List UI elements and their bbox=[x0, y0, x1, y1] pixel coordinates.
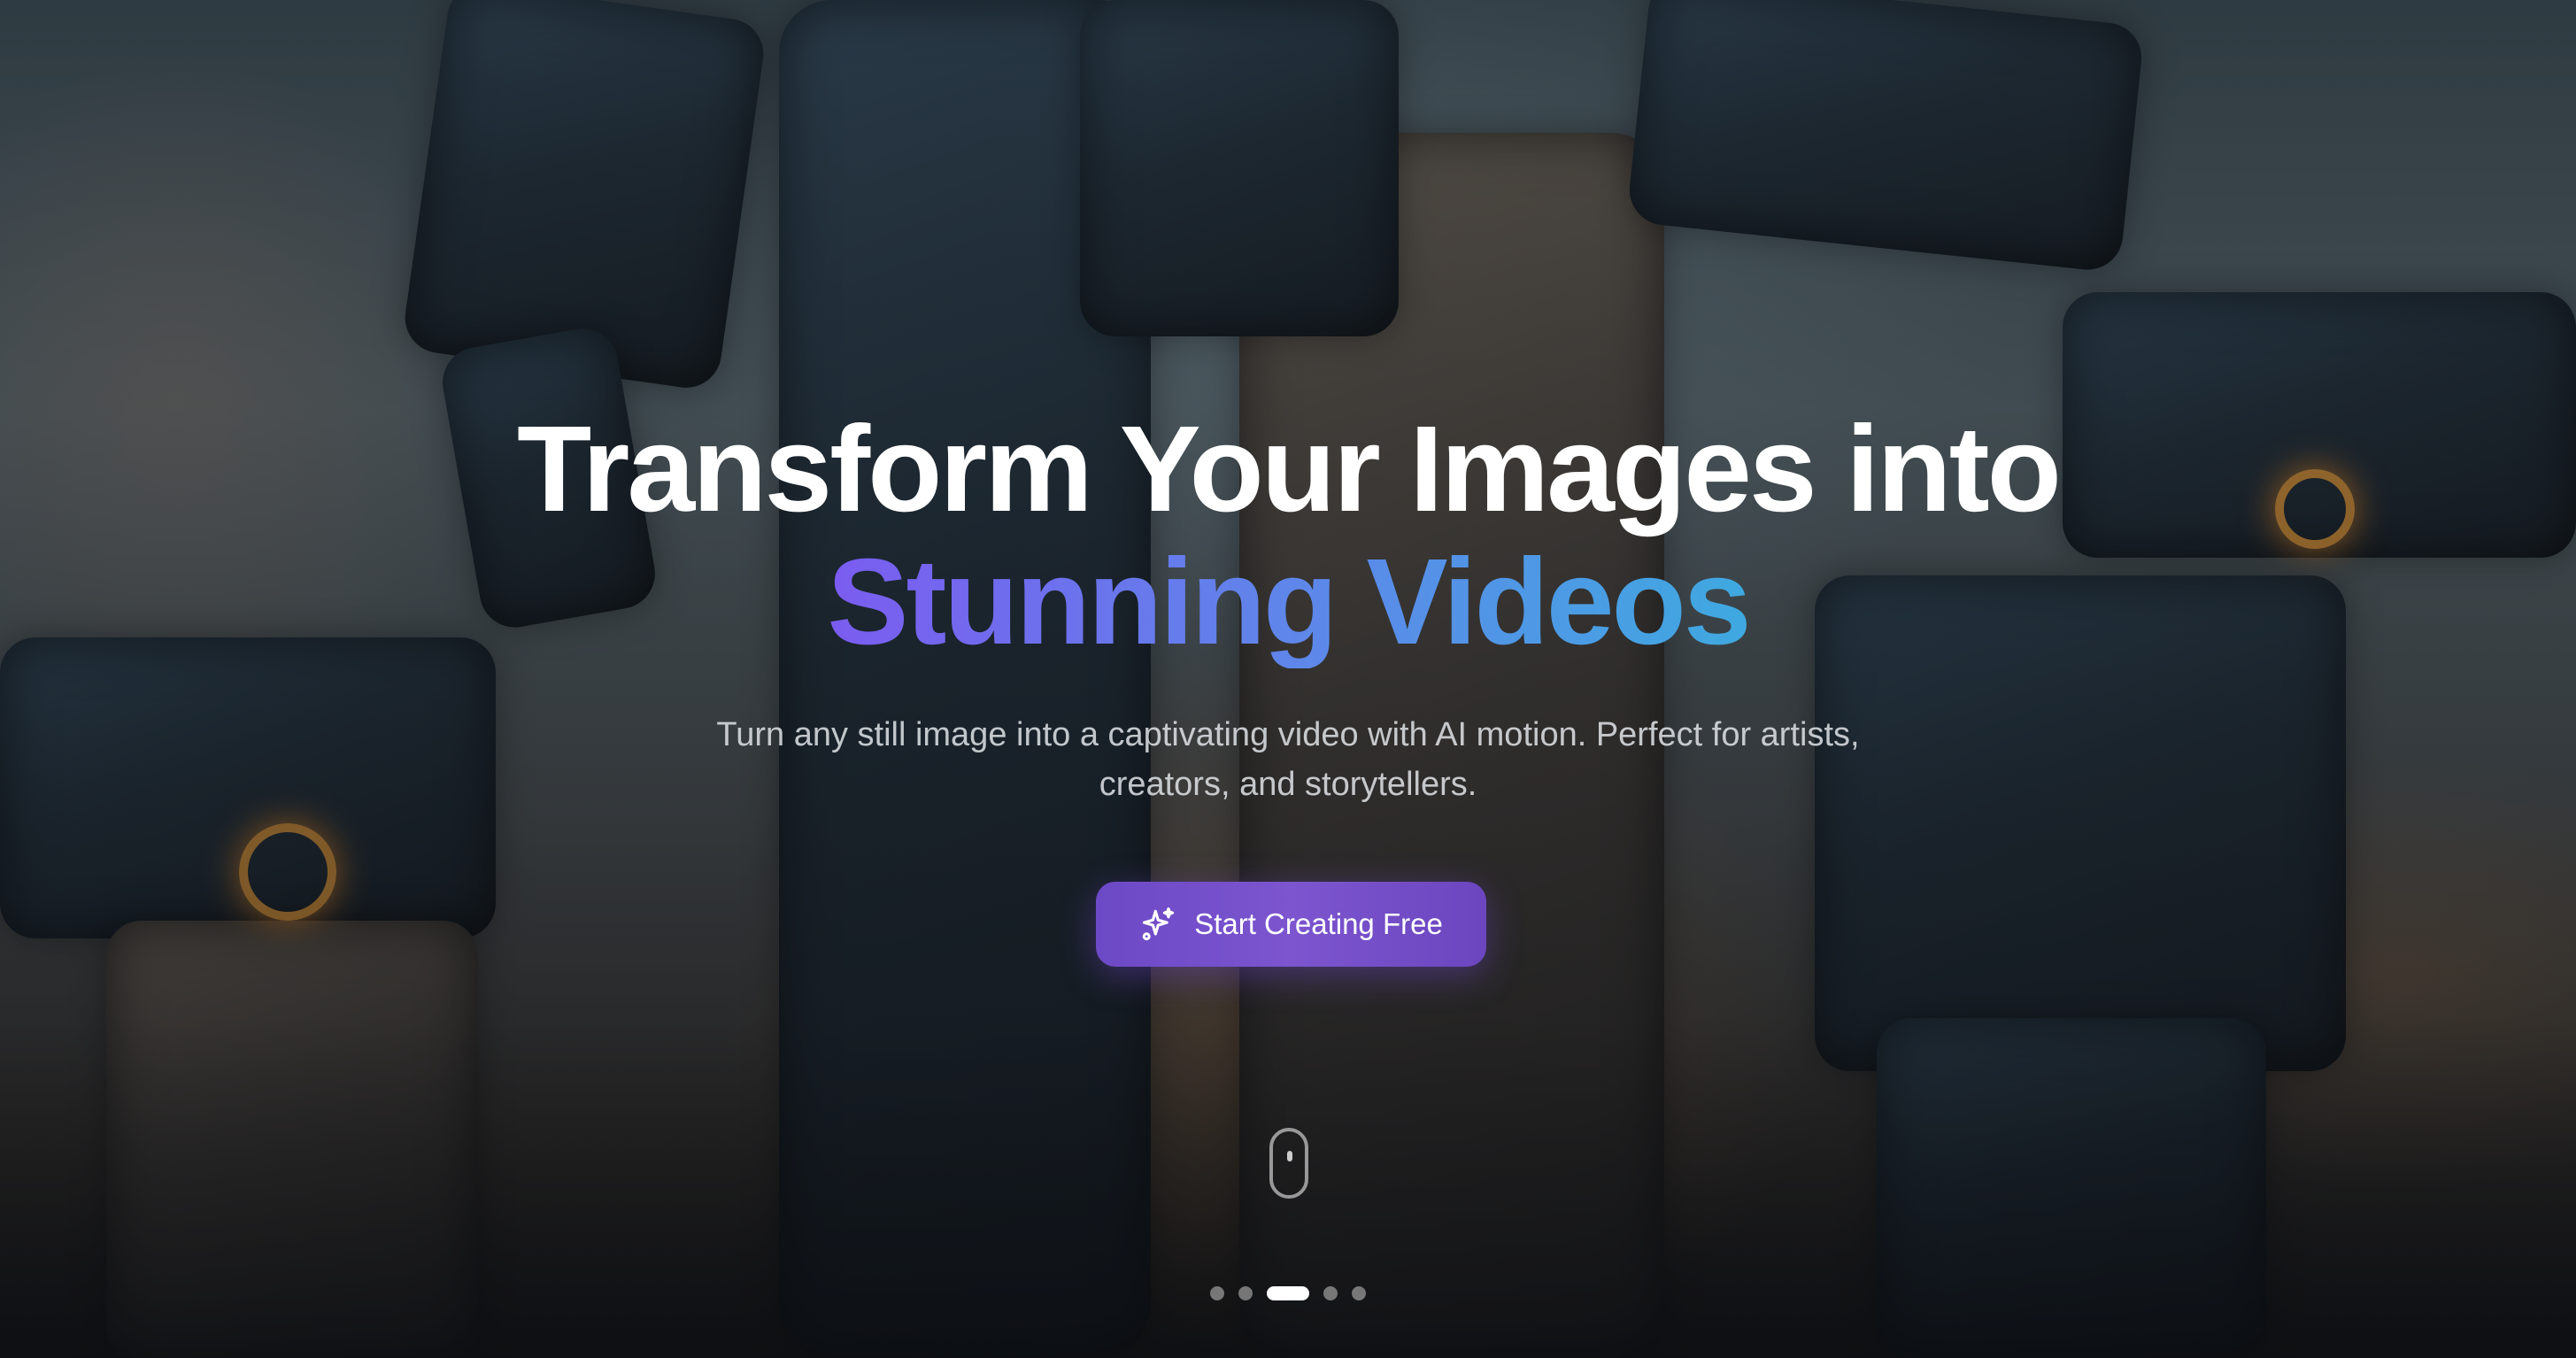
hero-subtitle: Turn any still image into a captivating … bbox=[716, 716, 1860, 803]
carousel-pagination bbox=[0, 1286, 2576, 1300]
start-creating-button-label: Start Creating Free bbox=[1194, 907, 1443, 940]
headline-line-1: Transform Your Images into bbox=[517, 401, 2062, 537]
carousel-dot-5[interactable] bbox=[1352, 1286, 1366, 1300]
hero-section: Transform Your Images into Stunning Vide… bbox=[0, 0, 2576, 1358]
sparkles-icon bbox=[1139, 905, 1178, 944]
carousel-dot-4[interactable] bbox=[1323, 1286, 1338, 1300]
start-creating-button[interactable]: Start Creating Free bbox=[1096, 882, 1486, 967]
headline-line-2-gradient: Stunning Videos bbox=[827, 534, 1751, 670]
hero-content: Transform Your Images into Stunning Vide… bbox=[0, 0, 2576, 1358]
carousel-dot-2[interactable] bbox=[1238, 1286, 1253, 1300]
carousel-dot-1[interactable] bbox=[1210, 1286, 1224, 1300]
mouse-wheel-icon bbox=[1287, 1151, 1292, 1161]
carousel-dot-3-active[interactable] bbox=[1267, 1286, 1309, 1300]
mouse-icon[interactable] bbox=[1269, 1128, 1308, 1199]
hero-headline: Transform Your Images into Stunning Vide… bbox=[0, 403, 2576, 668]
